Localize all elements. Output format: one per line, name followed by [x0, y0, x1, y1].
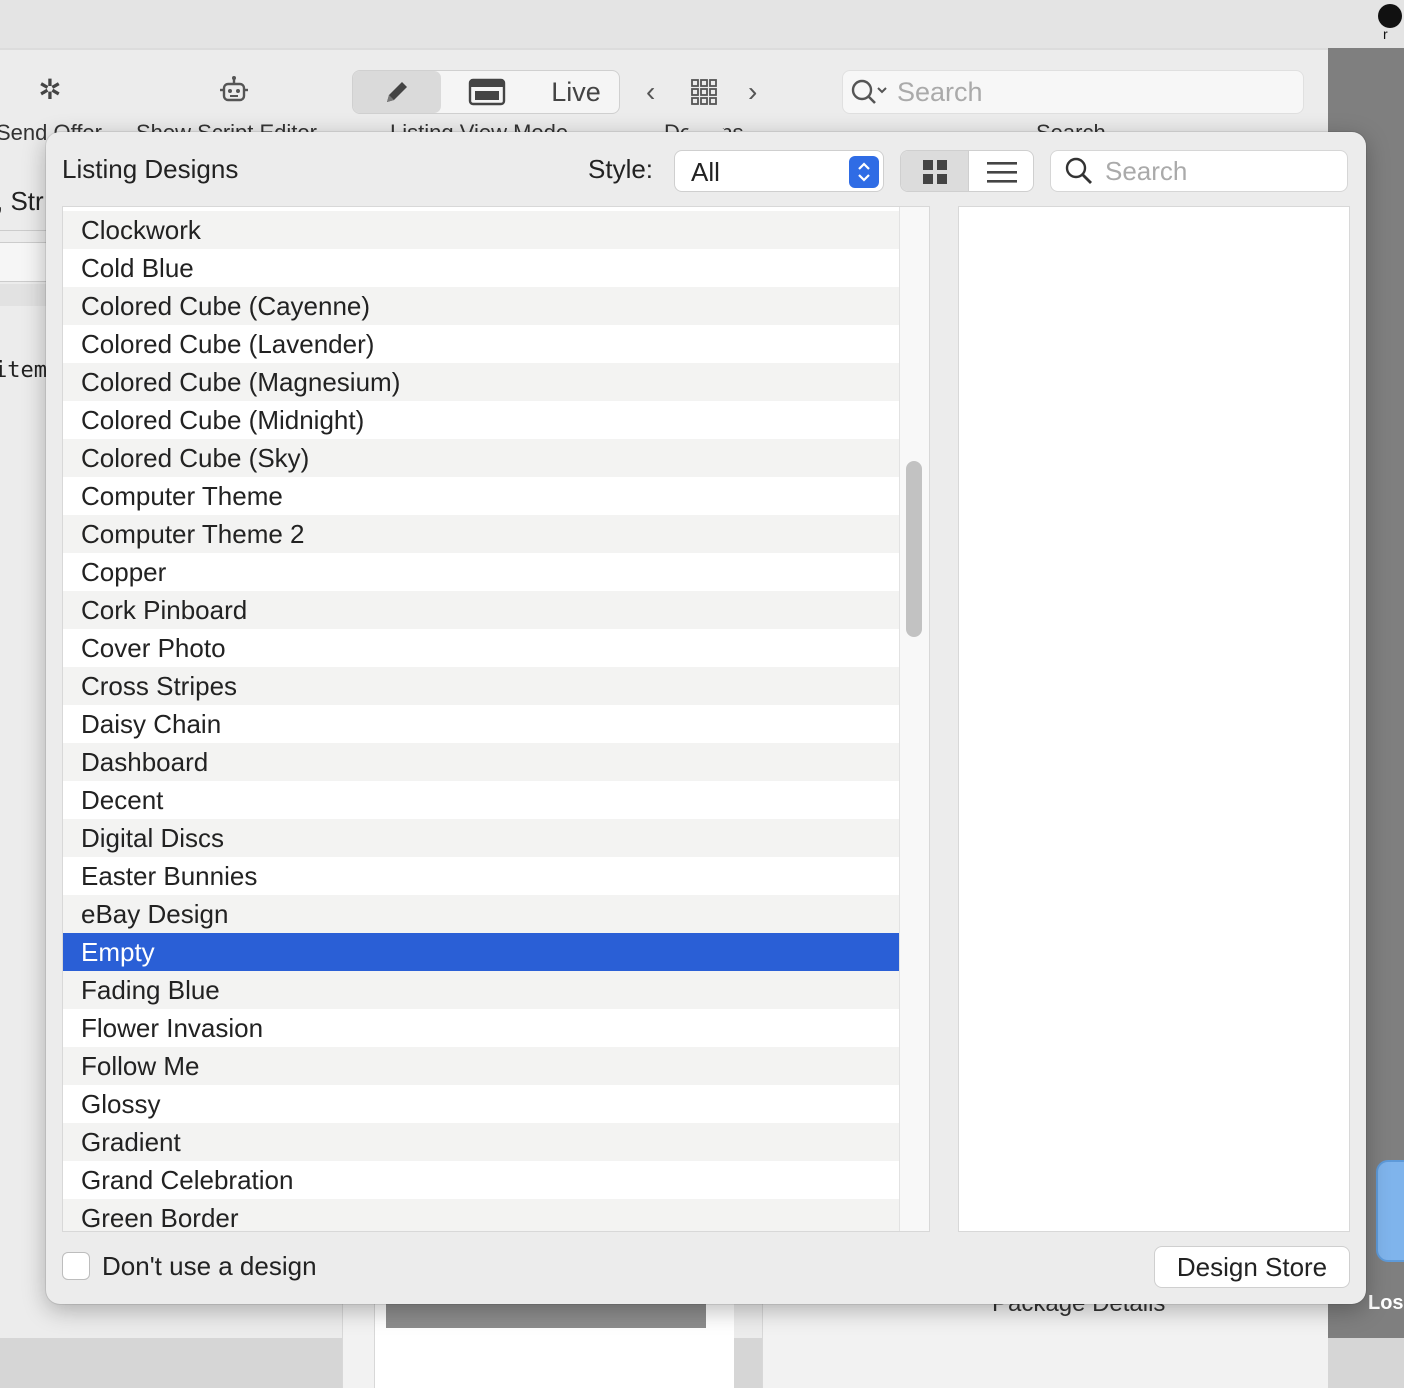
list-item[interactable]: Decent: [63, 781, 899, 819]
list-item[interactable]: Empty: [63, 933, 899, 971]
design-search-field[interactable]: Search: [1050, 150, 1348, 192]
list-item[interactable]: Daisy Chain: [63, 705, 899, 743]
list-item[interactable]: Colored Cube (Lavender): [63, 325, 899, 363]
view-toggle: [900, 150, 1034, 192]
preview-mode-button[interactable]: [445, 71, 529, 113]
edit-mode-button[interactable]: [353, 71, 441, 113]
list-view-button[interactable]: [968, 151, 1033, 191]
search-icon: [851, 79, 887, 104]
list-item[interactable]: Flower Invasion: [63, 1009, 899, 1047]
background-band: [0, 284, 46, 306]
design-store-button[interactable]: Design Store: [1154, 1246, 1350, 1288]
popover-title: Listing Designs: [62, 154, 239, 184]
list-item[interactable]: Dashboard: [63, 743, 899, 781]
style-select-value: All: [691, 157, 720, 187]
background-right-text: Los: [1368, 1292, 1404, 1314]
list-item[interactable]: Grand Celebration: [63, 1161, 899, 1199]
list-item[interactable]: Cross Stripes: [63, 667, 899, 705]
listing-view-mode-control: Live: [352, 70, 620, 114]
popover-arrow: [686, 108, 726, 132]
script-editor-icon[interactable]: [216, 74, 252, 110]
style-label: Style:: [588, 154, 654, 184]
list-item[interactable]: Easter Bunnies: [63, 857, 899, 895]
list-item[interactable]: Cover Photo: [63, 629, 899, 667]
list-scrollbar-track[interactable]: [899, 207, 929, 1231]
send-offer-icon[interactable]: ✲: [34, 74, 66, 106]
list-item[interactable]: Colored Cube (Midnight): [63, 401, 899, 439]
design-preview-pane: [958, 206, 1350, 1232]
list-item[interactable]: Cork Pinboard: [63, 591, 899, 629]
background-text-fragment: , Str: [0, 186, 44, 216]
list-item[interactable]: eBay Design: [63, 895, 899, 933]
live-mode-button[interactable]: Live: [533, 71, 619, 113]
list-item[interactable]: Colored Cube (Magnesium): [63, 363, 899, 401]
menubar-status-icon[interactable]: [1378, 4, 1402, 28]
chevron-right-icon[interactable]: ›: [748, 76, 757, 108]
list-icon: [987, 162, 1017, 183]
dock-item-icon[interactable]: [1376, 1160, 1404, 1262]
background-image-thumbnail: [386, 1300, 706, 1328]
desktop: r Los ✲ Send Offer Show Script Editor: [0, 0, 1404, 1388]
style-select[interactable]: All: [674, 150, 884, 192]
list-item[interactable]: Computer Theme 2: [63, 515, 899, 553]
chevron-up-down-icon: [849, 156, 879, 188]
list-item[interactable]: Green Border: [63, 1199, 899, 1231]
pencil-icon: [387, 82, 407, 102]
list-item[interactable]: Gradient: [63, 1123, 899, 1161]
list-item[interactable]: Copper: [63, 553, 899, 591]
grid-view-button[interactable]: [901, 151, 968, 191]
search-icon: [1065, 157, 1092, 184]
list-item[interactable]: Fading Blue: [63, 971, 899, 1009]
design-list[interactable]: Green Border Grand Celebration Gradient Glo…: [62, 206, 930, 1232]
designs-grid-icon[interactable]: [690, 78, 718, 106]
list-item[interactable]: Clockwork: [63, 211, 899, 249]
design-search-placeholder: Search: [1105, 155, 1188, 186]
toolbar-search-field[interactable]: Search: [842, 70, 1304, 114]
dont-use-design-checkbox[interactable]: [62, 1252, 90, 1280]
list-scrollbar-thumb[interactable]: [906, 461, 922, 637]
list-item[interactable]: Follow Me: [63, 1047, 899, 1085]
list-item[interactable]: Computer Theme: [63, 477, 899, 515]
background-panel: [342, 1290, 374, 1388]
background-code-fragment: item: [0, 358, 47, 383]
list-item[interactable]: Colored Cube (Sky): [63, 439, 899, 477]
listing-designs-popover: Listing Designs Style: All Search Green …: [46, 132, 1366, 1304]
window-icon: [468, 78, 506, 106]
dont-use-design-label[interactable]: Don't use a design: [102, 1251, 317, 1282]
toolbar-search-placeholder: Search: [897, 76, 983, 107]
divider: [0, 230, 46, 231]
menubar: [0, 0, 1404, 48]
list-item[interactable]: Digital Discs: [63, 819, 899, 857]
chevron-left-icon[interactable]: ‹: [646, 76, 655, 108]
list-item[interactable]: Cold Blue: [63, 249, 899, 287]
menubar-status-label: r: [1383, 26, 1388, 42]
list-item[interactable]: Glossy: [63, 1085, 899, 1123]
toolbar: ✲ Send Offer Show Script Editor: [0, 50, 1328, 145]
background-field: [0, 242, 46, 282]
list-item[interactable]: Colored Cube (Cayenne): [63, 287, 899, 325]
grid-icon: [922, 160, 947, 184]
